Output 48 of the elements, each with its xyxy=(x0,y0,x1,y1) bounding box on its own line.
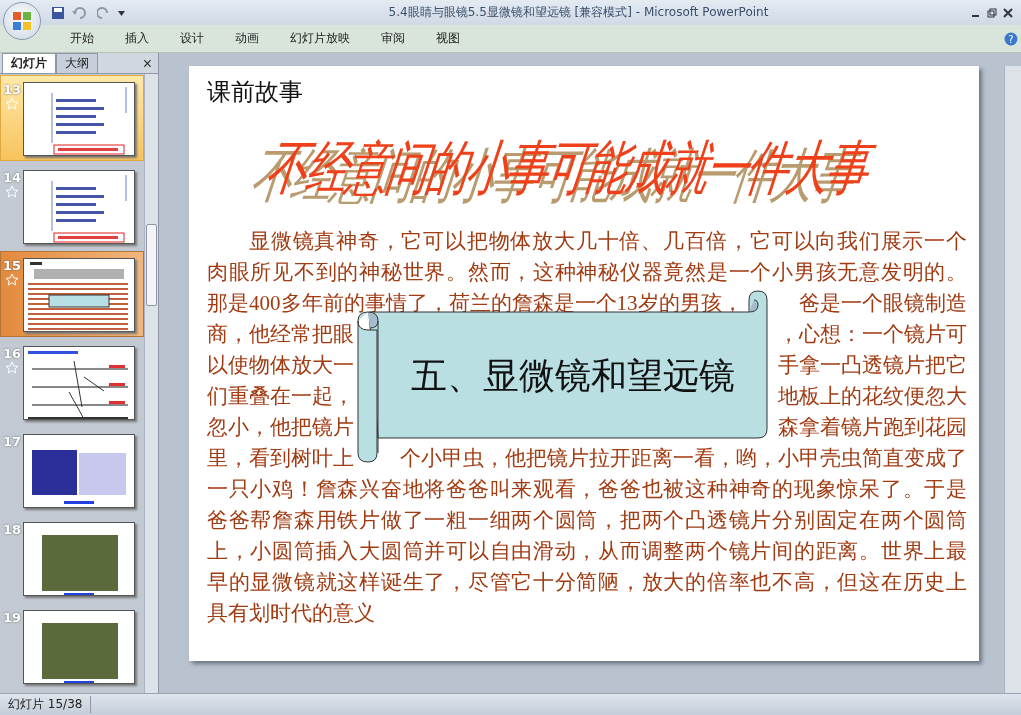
ribbon-tab[interactable]: 设计 xyxy=(168,26,216,51)
close-icon[interactable] xyxy=(1003,7,1013,18)
ribbon-tab[interactable]: 插入 xyxy=(113,26,161,51)
save-icon[interactable] xyxy=(51,5,65,20)
office-logo-icon xyxy=(12,10,32,31)
customize-arrow-icon[interactable] xyxy=(117,8,126,17)
slide-number: 15 xyxy=(2,258,22,273)
body-text: 上，小圆筒插入大圆筒并可以自由滑动，从而调整两个镜片间的距离。世界上最 xyxy=(207,538,967,565)
ribbon-tab[interactable]: 开始 xyxy=(58,26,106,51)
scrollbar[interactable] xyxy=(144,74,158,693)
slide-number: 17 xyxy=(2,434,22,449)
ribbon-tab[interactable]: 幻灯片放映 xyxy=(278,26,362,51)
slide-number: 14 xyxy=(2,170,22,185)
office-button[interactable] xyxy=(3,1,41,40)
ribbon-tab[interactable]: 视图 xyxy=(424,26,472,51)
body-text: 个小甲虫，他把镜片拉开距离一看，哟，小甲壳虫简直变成了 xyxy=(400,445,967,472)
body-text: 肉眼所见不到的神秘世界。然而，这种神秘仪器竟然是一个小男孩无意发明的。 xyxy=(207,259,967,286)
body-text: 森拿着镜片跑到花园 xyxy=(778,414,967,441)
panel-tab[interactable]: 大纲 xyxy=(56,53,98,73)
ribbon-tab[interactable]: 审阅 xyxy=(369,26,417,51)
body-text: 爸是一个眼镜制造 xyxy=(799,290,967,317)
body-text: 商，他经常把眼 xyxy=(207,321,354,348)
body-text: 手拿一凸透镜片把它 xyxy=(778,352,967,379)
slide-number: 13 xyxy=(2,82,22,97)
restore-icon[interactable] xyxy=(987,7,997,18)
body-text: 以使物体放大一 xyxy=(207,352,354,379)
slide-number: 19 xyxy=(2,610,22,625)
body-text: 一只小鸡！詹森兴奋地将爸爸叫来观看，爸爸也被这种神奇的现象惊呆了。于是 xyxy=(207,476,967,503)
help-icon[interactable]: ? xyxy=(1004,31,1018,46)
body-text: 显微镜真神奇，它可以把物体放大几十倍、几百倍，它可以向我们展示一个 xyxy=(248,228,967,255)
slide-number: 18 xyxy=(2,522,22,537)
slide-counter: 幻灯片 15/38 xyxy=(0,696,92,713)
body-text: 地板上的花纹便忽大 xyxy=(778,383,967,410)
panel-tab[interactable]: 幻灯片 xyxy=(2,53,56,73)
body-text: 里，看到树叶上 xyxy=(207,445,354,472)
body-text: 忽小，他把镜片 xyxy=(207,414,354,441)
body-text: 爸爸帮詹森用铁片做了一粗一细两个圆筒，把两个凸透镜片分别固定在两个圆筒 xyxy=(207,507,967,534)
body-text: 早的显微镜就这样诞生了，尽管它十分简陋，放大的倍率也不高，但这在历史上 xyxy=(207,569,967,596)
window-title: 5.4眼睛与眼镜5.5显微镜和望远镜 [兼容模式] - Microsoft PowerPoint xyxy=(387,4,770,21)
slide-heading: 课前故事 xyxy=(207,78,304,107)
ribbon-tab[interactable]: 动画 xyxy=(223,26,271,51)
panel-close-button[interactable]: × xyxy=(140,55,154,73)
body-text: 们重叠在一起， xyxy=(207,383,354,410)
body-text: ，心想：一个镜片可 xyxy=(778,321,967,348)
scroll-title: 五、显微镜和望远镜 xyxy=(410,355,736,398)
slide-number: 16 xyxy=(2,346,22,361)
body-text: 具有划时代的意义 xyxy=(207,600,376,627)
scrollbar[interactable] xyxy=(1004,66,1021,693)
